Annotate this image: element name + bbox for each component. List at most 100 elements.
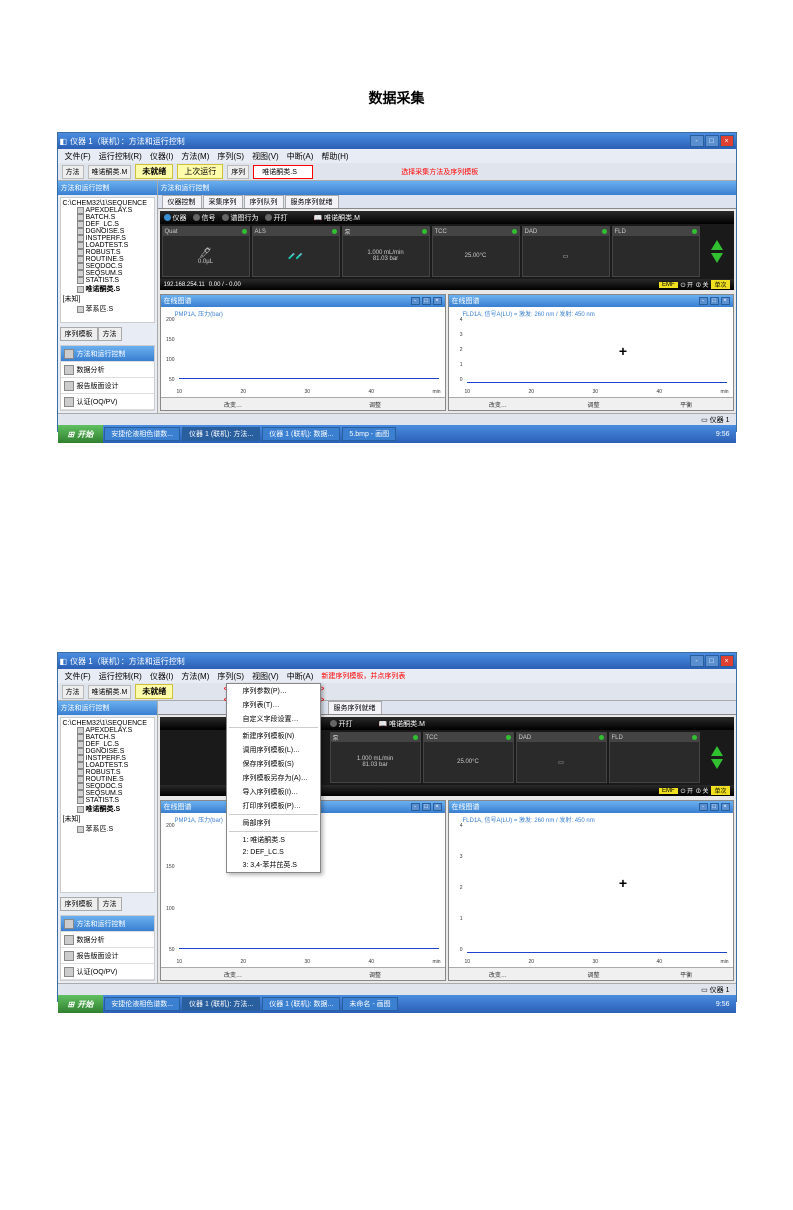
nav-report[interactable]: 报告版面设计 xyxy=(61,948,154,964)
tree-sub[interactable]: [未知] xyxy=(63,294,152,304)
sequence-tree[interactable]: C:\CHEM32\1\SEQUENCE APEXDELAY.S BATCH.S… xyxy=(60,197,155,323)
dash-tab[interactable]: 开打 xyxy=(339,719,353,729)
menu-item[interactable]: 2: DEF_LC.S xyxy=(227,847,320,858)
seq-selector[interactable]: 唯诺酮类.S xyxy=(253,165,313,179)
plot-close-icon[interactable]: × xyxy=(433,803,442,811)
minimize-button[interactable]: - xyxy=(690,135,704,147)
nav-data-analysis[interactable]: 数据分析 xyxy=(61,932,154,948)
single-button[interactable]: 单次 xyxy=(711,786,729,795)
module-tcc[interactable]: TCC25.00°C xyxy=(423,732,514,783)
tab-service-seq[interactable]: 服务序列就绪 xyxy=(328,701,382,714)
fs-adjust[interactable]: 调整 xyxy=(587,970,599,979)
tree-item[interactable]: INSTPERF.S xyxy=(63,755,152,762)
on-button[interactable]: ⏻ 开 xyxy=(681,786,693,796)
tree-item[interactable]: DGNOISE.S xyxy=(63,228,152,235)
tab-method[interactable]: 方法 xyxy=(98,897,122,911)
tree-item[interactable]: ROBUST.S xyxy=(63,249,152,256)
close-button[interactable]: × xyxy=(720,655,734,667)
menu-file[interactable]: 文件(F) xyxy=(62,671,94,682)
taskbar-item[interactable]: 安捷伦液相色谱数... xyxy=(104,997,180,1011)
tree-item[interactable]: SEQDOC.S xyxy=(63,263,152,270)
minimize-button[interactable]: - xyxy=(690,655,704,667)
start-button[interactable]: ⊞开始 xyxy=(58,995,104,1013)
tab-seq-template[interactable]: 序列模板 xyxy=(60,897,98,911)
fs-adjust[interactable]: 调整 xyxy=(369,970,381,979)
nav-method-run[interactable]: 方法和运行控制 xyxy=(61,346,154,362)
plot-close-icon[interactable]: × xyxy=(721,297,730,305)
method-selector[interactable]: 唯诺酮类.M xyxy=(88,685,132,699)
last-run-button[interactable]: 上次运行 xyxy=(177,164,223,179)
module-dad[interactable]: DAD▭ xyxy=(522,226,610,277)
taskbar-item[interactable]: 仪器 1 (联机): 数据... xyxy=(262,427,340,441)
system-tray[interactable]: 9:56 xyxy=(710,431,736,438)
plot-max-icon[interactable]: □ xyxy=(422,803,431,811)
tree-item[interactable]: LOADTEST.S xyxy=(63,762,152,769)
tab-acq-sequence[interactable]: 采集序列 xyxy=(203,195,243,208)
off-button[interactable]: ⏼ 关 xyxy=(696,786,708,796)
tree-item[interactable]: LOADTEST.S xyxy=(63,242,152,249)
off-button[interactable]: ⏼ 关 xyxy=(696,280,708,290)
menu-instrument[interactable]: 仪器(I) xyxy=(147,671,177,682)
menu-view[interactable]: 视图(V) xyxy=(249,151,282,162)
tree-item[interactable]: APEXDELAY.S xyxy=(63,727,152,734)
menu-item[interactable]: 打印序列模板(P)… xyxy=(227,799,320,813)
menu-sequence[interactable]: 序列(S) xyxy=(214,671,247,682)
tree-item[interactable]: DGNOISE.S xyxy=(63,748,152,755)
plot-min-icon[interactable]: - xyxy=(411,297,420,305)
menu-help[interactable]: 帮助(H) xyxy=(318,151,351,162)
nav-report[interactable]: 报告版面设计 xyxy=(61,378,154,394)
menu-method[interactable]: 方法(M) xyxy=(178,151,212,162)
dash-tab[interactable]: 信号 xyxy=(202,213,216,223)
plot-canvas[interactable]: FLD1A, 信号A(LU) = 激发: 260 nm / 发射: 450 nm… xyxy=(449,813,733,967)
nav-oqpv[interactable]: 认证(OQ/PV) xyxy=(61,394,154,410)
menu-item[interactable]: 导入序列模板(I)… xyxy=(227,785,320,799)
fs-change[interactable]: 改变… xyxy=(224,400,242,409)
system-tray[interactable]: 9:56 xyxy=(710,1001,736,1008)
plot-min-icon[interactable]: - xyxy=(699,803,708,811)
tree-root[interactable]: C:\CHEM32\1\SEQUENCE xyxy=(63,720,152,727)
tree-item[interactable]: APEXDELAY.S xyxy=(63,207,152,214)
menu-method[interactable]: 方法(M) xyxy=(178,671,212,682)
tab-seq-template[interactable]: 序列模板 xyxy=(60,327,98,341)
single-button[interactable]: 单次 xyxy=(711,280,729,289)
fs-change[interactable]: 改变… xyxy=(224,970,242,979)
tab-seq-queue[interactable]: 序列队列 xyxy=(244,195,284,208)
tree-sub[interactable]: [未知] xyxy=(63,814,152,824)
tree-item-selected[interactable]: 唯诺酮类.S xyxy=(63,804,152,814)
menu-file[interactable]: 文件(F) xyxy=(62,151,94,162)
tree-item[interactable]: SEQSUM.S xyxy=(63,790,152,797)
fs-adjust[interactable]: 调整 xyxy=(587,400,599,409)
tree-item[interactable]: STATIST.S xyxy=(63,277,152,284)
module-quat[interactable]: Quat🖊0.0µL xyxy=(162,226,250,277)
tree-item[interactable]: STATIST.S xyxy=(63,797,152,804)
tree-item-selected[interactable]: 唯诺酮类.S xyxy=(63,284,152,294)
menu-item[interactable]: 调用序列模板(L)… xyxy=(227,743,320,757)
dash-tab[interactable]: 仪器 xyxy=(173,213,187,223)
menu-instrument[interactable]: 仪器(I) xyxy=(147,151,177,162)
nav-method-run[interactable]: 方法和运行控制 xyxy=(61,916,154,932)
menu-abort[interactable]: 中断(A) xyxy=(284,671,317,682)
plot-canvas[interactable]: FLD1A, 信号A(LU) = 激发: 260 nm / 发射: 450 nm… xyxy=(449,307,733,397)
tab-service-seq[interactable]: 服务序列就绪 xyxy=(285,195,339,208)
plot-max-icon[interactable]: □ xyxy=(710,297,719,305)
arrow-down-icon[interactable] xyxy=(711,253,723,263)
maximize-button[interactable]: □ xyxy=(705,135,719,147)
tree-item[interactable]: DEF_LC.S xyxy=(63,221,152,228)
fs-balance[interactable]: 平衡 xyxy=(680,970,692,979)
fs-change[interactable]: 改变… xyxy=(489,970,507,979)
arrow-up-icon[interactable] xyxy=(711,746,723,756)
plot-min-icon[interactable]: - xyxy=(699,297,708,305)
plot-canvas[interactable]: PMP1A, 压力(bar) 20015010050 10203040min xyxy=(161,307,445,397)
fs-change[interactable]: 改变… xyxy=(489,400,507,409)
nav-data-analysis[interactable]: 数据分析 xyxy=(61,362,154,378)
tree-item[interactable]: ROUTINE.S xyxy=(63,776,152,783)
menu-sequence[interactable]: 序列(S) xyxy=(214,151,247,162)
module-pump[interactable]: 泵1.000 mL/min81.03 bar xyxy=(342,226,430,277)
menu-item[interactable]: 自定义字段设置… xyxy=(227,712,320,726)
menu-item[interactable]: 新建序列模板(N) xyxy=(227,729,320,743)
plot-min-icon[interactable]: - xyxy=(411,803,420,811)
menu-item[interactable]: 序列表(T)… xyxy=(227,698,320,712)
tree-item[interactable]: BATCH.S xyxy=(63,734,152,741)
plot-max-icon[interactable]: □ xyxy=(422,297,431,305)
tree-item[interactable]: ROBUST.S xyxy=(63,769,152,776)
